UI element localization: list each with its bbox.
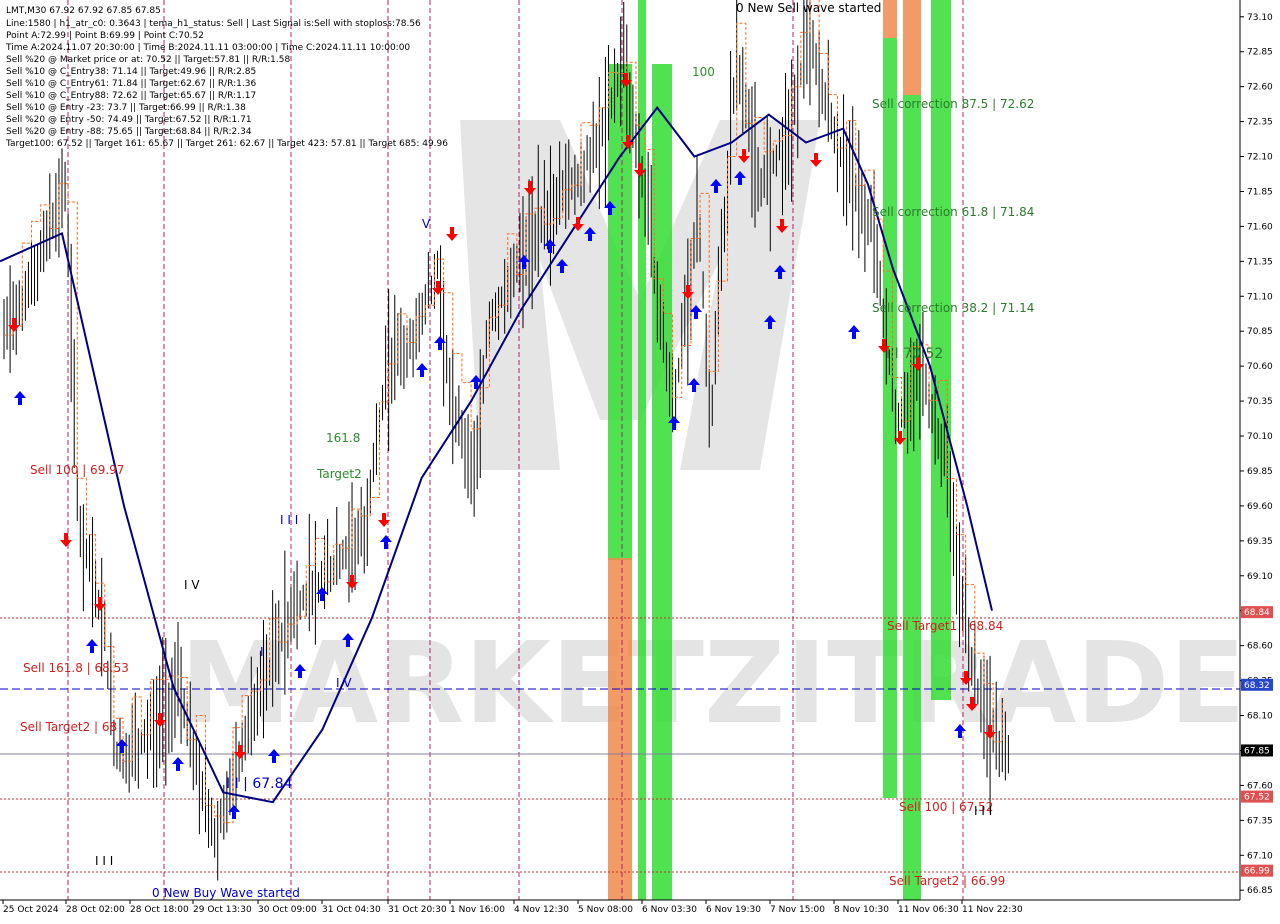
price-badge-label: 68.84 <box>1244 608 1270 618</box>
fib-100-label: 100 <box>692 65 715 79</box>
price-tick-label: 71.85 <box>1247 187 1273 197</box>
wave-v-top-label: V <box>422 217 431 231</box>
time-axis: 25 Oct 2024 28 Oct 02:00 28 Oct 18:00 29 Oc… <box>0 899 1240 920</box>
time-tick-label: 28 Oct 18:00 <box>130 905 189 915</box>
time-tick-label: 6 Nov 19:30 <box>706 905 761 915</box>
info-line: Time A:2024.11.07 20:30:00 | Time B:2024… <box>5 43 410 53</box>
price-tick-label: 66.85 <box>1247 886 1273 896</box>
sell-correction-382-label: Sell correction 38.2 | 71.14 <box>872 301 1034 315</box>
price-badge-label: 67.52 <box>1244 793 1270 803</box>
time-tick-label: 29 Oct 13:30 <box>193 905 252 915</box>
time-tick-label: 11 Nov 22:30 <box>962 905 1023 915</box>
point-c-label: I I 70.52 <box>886 346 943 362</box>
time-tick-label: 31 Oct 20:30 <box>388 905 447 915</box>
time-tick-label: 11 Nov 06:30 <box>898 905 959 915</box>
wave-low-label: I I | 67.84 <box>226 776 292 792</box>
price-axis: 73.10 72.85 72.60 72.35 72.10 71.85 71.60 71.35… <box>1239 0 1280 920</box>
info-line: Line:1580 | h1_atr_c0: 0.3643 | tema_h1_… <box>6 19 421 29</box>
time-tick-label: 8 Nov 10:30 <box>834 905 889 915</box>
price-tick-label: 72.85 <box>1247 48 1273 58</box>
wave-iii-label: I I I <box>280 513 298 527</box>
sell-161-left-label: Sell 161.8 | 68.53 <box>23 661 129 675</box>
info-line: Target100: 67.52 || Target 161: 65.67 ||… <box>5 139 448 149</box>
price-tick-label: 69.10 <box>1247 572 1273 582</box>
price-tick-label: 72.60 <box>1247 83 1273 93</box>
signal-zone <box>883 0 897 38</box>
sell-correction-875-label: Sell correction 87.5 | 72.62 <box>872 97 1034 111</box>
price-badge-label: 68.32 <box>1244 681 1270 691</box>
time-tick-label: 25 Oct 2024 <box>3 905 59 915</box>
price-tick-label: 69.85 <box>1247 467 1273 477</box>
signal-zone <box>903 0 921 95</box>
price-badge-label: 67.85 <box>1244 746 1270 756</box>
new-buy-wave-label: 0 New Buy Wave started <box>152 886 300 900</box>
time-tick-label: 28 Oct 02:00 <box>66 905 125 915</box>
time-tick-label: 6 Nov 03:30 <box>642 905 697 915</box>
time-tick-label: 7 Nov 15:00 <box>770 905 825 915</box>
fib-161-label: 161.8 <box>326 431 360 445</box>
price-tick-label: 70.60 <box>1247 362 1273 372</box>
time-tick-label: 31 Oct 04:30 <box>322 905 381 915</box>
time-tick-label: 5 Nov 08:00 <box>578 905 633 915</box>
new-sell-wave-label: 0 New Sell wave started <box>736 1 881 15</box>
signal-zone <box>652 460 672 900</box>
price-tick-label: 71.10 <box>1247 292 1273 302</box>
sell-correction-618-label: Sell correction 61.8 | 71.84 <box>872 205 1034 219</box>
time-tick-label: 4 Nov 12:30 <box>514 905 569 915</box>
info-line: Sell %10 @ C_Entry88: 72.62 || Target:65… <box>6 91 256 101</box>
sell-target1-label: Sell Target1 | 68.84 <box>887 619 1003 633</box>
price-tick-label: 73.10 <box>1247 13 1273 23</box>
sell-100-left-label: Sell 100 | 69.97 <box>30 463 124 477</box>
wave-i-label: I <box>260 645 264 659</box>
info-line: Sell %10 @ C_Entry61: 71.84 || Target:62… <box>6 79 256 89</box>
info-line: Sell %10 @ Entry -23: 73.7 || Target:66.… <box>6 103 246 113</box>
price-tick-label: 67.10 <box>1247 851 1273 861</box>
sell-target2-right-label: Sell Target2 | 66.99 <box>889 874 1005 888</box>
price-tick-label: 67.35 <box>1247 816 1273 826</box>
symbol-line: LMT,M30 67.92 67.92 67.85 67.85 <box>6 6 161 16</box>
price-tick-label: 71.35 <box>1247 257 1273 267</box>
price-badge-label: 66.99 <box>1244 867 1270 877</box>
price-tick-label: 67.60 <box>1247 781 1273 791</box>
price-chart[interactable]: MARKETZITRADE LMT,M30 67.92 67.92 67.85 … <box>0 0 1280 920</box>
wave-iv-label: I V <box>184 578 200 592</box>
info-line: Sell %20 @ Entry -88: 75.65 || Target:68… <box>6 127 252 137</box>
signal-zone <box>883 38 897 798</box>
info-line: Sell %20 @ Market price or at: 70.52 || … <box>6 55 290 65</box>
time-tick-label: 1 Nov 16:00 <box>450 905 505 915</box>
target2-label: Target2 <box>316 467 362 481</box>
price-tick-label: 68.10 <box>1247 712 1273 722</box>
wave-iii-bottom-label: I I I <box>95 854 113 868</box>
wave-iii-right-label: I I I <box>974 804 992 818</box>
price-tick-label: 72.35 <box>1247 118 1273 128</box>
info-line: Point A:72.99 | Point B:69.99 | Point C:… <box>6 31 204 41</box>
price-tick-label: 68.60 <box>1247 642 1273 652</box>
price-tick-label: 71.60 <box>1247 222 1273 232</box>
signal-zone <box>608 558 632 900</box>
time-tick-label: 30 Oct 09:00 <box>258 905 317 915</box>
sell-target2-left-label: Sell Target2 | 68 <box>20 720 117 734</box>
info-line: Sell %10 @ C_Entry38: 71.14 || Target:49… <box>6 67 256 77</box>
price-tick-label: 70.10 <box>1247 432 1273 442</box>
price-tick-label: 70.35 <box>1247 397 1273 407</box>
wave-v-left-label: I V <box>336 676 352 690</box>
info-line: Sell %20 @ Entry -50: 74.49 || Target:67… <box>6 115 252 125</box>
price-tick-label: 69.35 <box>1247 537 1273 547</box>
price-tick-label: 69.60 <box>1247 502 1273 512</box>
price-tick-label: 70.85 <box>1247 327 1273 337</box>
price-tick-label: 72.10 <box>1247 153 1273 163</box>
chart-window[interactable]: MARKETZITRADE LMT,M30 67.92 67.92 67.85 … <box>0 0 1280 920</box>
